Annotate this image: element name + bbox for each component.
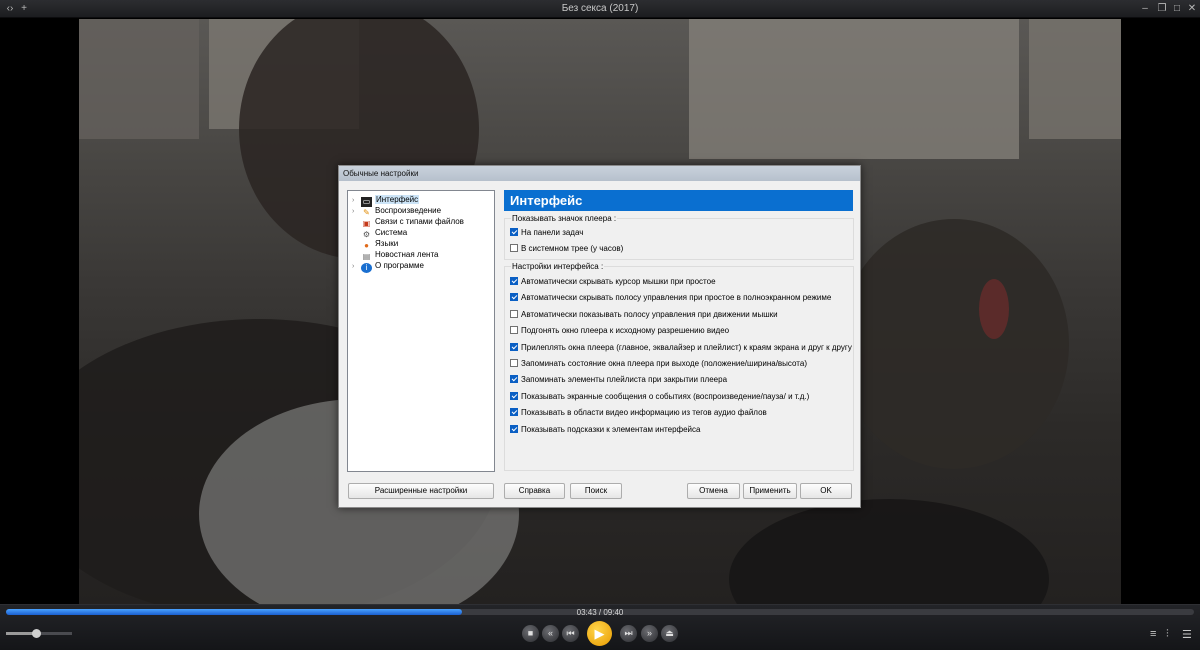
- volume-knob[interactable]: [31, 629, 41, 638]
- restore-icon[interactable]: ❐: [1155, 2, 1169, 15]
- checkbox-option[interactable]: Запоминать элементы плейлиста при закрыт…: [510, 374, 727, 385]
- time-display: 03:43 / 09:40: [576, 608, 624, 617]
- checkbox[interactable]: [510, 375, 518, 384]
- tree-item-label: Новостная лента: [375, 250, 439, 259]
- group-title: Показывать значок плеера :: [511, 214, 618, 223]
- checkbox-option[interactable]: Показывать в области видео информацию из…: [510, 407, 767, 418]
- playlist-icon[interactable]: ≡: [1150, 628, 1156, 640]
- checkbox-taskbar[interactable]: На панели задач: [510, 227, 583, 238]
- previous-icon[interactable]: ⏮: [562, 625, 579, 642]
- player-icon-group: Показывать значок плеера : На панели зад…: [504, 214, 854, 260]
- tree-item-playback[interactable]: › ✎ Воспроизведение: [352, 205, 442, 217]
- checkbox-option[interactable]: Подгонять окно плеера к исходному разреш…: [510, 325, 729, 336]
- tree-item-label: Языки: [375, 239, 399, 248]
- tree-item-label: Воспроизведение: [375, 206, 442, 215]
- maximize-icon[interactable]: □: [1170, 2, 1184, 15]
- minimize-icon[interactable]: –: [1138, 2, 1152, 15]
- tree-item-system[interactable]: ⚙ Система: [352, 227, 408, 239]
- fast-forward-icon[interactable]: »: [641, 625, 658, 642]
- ok-button[interactable]: OK: [800, 483, 852, 499]
- tree-item-languages[interactable]: ● Языки: [352, 238, 399, 250]
- next-icon[interactable]: ⏭: [620, 625, 637, 642]
- close-icon[interactable]: ✕: [1185, 2, 1199, 15]
- checkbox[interactable]: [510, 309, 518, 318]
- cancel-button[interactable]: Отмена: [687, 483, 740, 499]
- checkbox-option[interactable]: Запоминать состояние окна плеера при вых…: [510, 358, 807, 369]
- tree-item-label: Интерфейс: [375, 195, 420, 204]
- tree-item-label: Система: [375, 228, 408, 237]
- checkbox[interactable]: [510, 342, 518, 351]
- stop-icon[interactable]: ■: [522, 625, 539, 642]
- info-icon: i: [361, 263, 372, 273]
- expand-icon[interactable]: ›: [352, 261, 361, 272]
- group-title: Настройки интерфейса :: [511, 262, 605, 271]
- settings-icon[interactable]: ☰: [1182, 628, 1192, 641]
- checkbox[interactable]: [510, 359, 518, 367]
- settings-dialog: Обычные настройки › ▭ Интерфейс › ✎ Воспроиз…: [338, 165, 861, 508]
- tree-item-label: Связи с типами файлов: [375, 217, 464, 226]
- checkbox[interactable]: [510, 228, 518, 236]
- panel-title: Интерфейс: [504, 190, 853, 211]
- tree-item-interface[interactable]: › ▭ Интерфейс: [352, 194, 420, 207]
- control-bar: 03:43 / 09:40 ■ « ⏮ ▶ ⏭ » ⏏ ≡ ⫶ ☰: [0, 604, 1200, 650]
- help-button[interactable]: Справка: [504, 483, 565, 499]
- interface-settings-group: Настройки интерфейса : Автоматически скр…: [504, 262, 854, 471]
- checkbox-option[interactable]: Автоматически скрывать полосу управления…: [510, 292, 831, 303]
- checkbox[interactable]: [510, 326, 518, 335]
- checkbox[interactable]: [510, 277, 518, 285]
- tree-item-file-associations[interactable]: ▣ Связи с типами файлов: [352, 216, 464, 228]
- tree-item-label: О программе: [375, 261, 424, 270]
- settings-tree: › ▭ Интерфейс › ✎ Воспроизведение ▣ Связи с т…: [347, 190, 495, 472]
- checkbox[interactable]: [510, 244, 518, 252]
- apply-button[interactable]: Применить: [743, 483, 797, 499]
- checkbox[interactable]: [510, 391, 518, 400]
- rewind-icon[interactable]: «: [542, 625, 559, 642]
- checkbox-system-tray[interactable]: В системном трее (у часов): [510, 243, 623, 254]
- open-icon[interactable]: ⏏: [661, 625, 678, 642]
- advanced-settings-button[interactable]: Расширенные настройки: [348, 483, 494, 499]
- title-bar: ‹› + Без секса (2017) – ❐ □ ✕: [0, 0, 1200, 18]
- equalizer-icon[interactable]: ⫶: [1166, 628, 1169, 641]
- checkbox-option[interactable]: Автоматически показывать полосу управлен…: [510, 309, 778, 320]
- search-button[interactable]: Поиск: [570, 483, 622, 499]
- checkbox-option[interactable]: Прилеплять окна плеера (главное, эквалай…: [510, 342, 852, 353]
- dialog-title: Обычные настройки: [339, 166, 860, 181]
- tree-item-news-feed[interactable]: ▤ Новостная лента: [352, 249, 439, 261]
- volume-slider[interactable]: [6, 629, 72, 638]
- checkbox-option[interactable]: Показывать подсказки к элементам интерфе…: [510, 424, 700, 435]
- checkbox[interactable]: [510, 424, 518, 433]
- checkbox[interactable]: [510, 293, 518, 302]
- window-title: Без секса (2017): [561, 3, 639, 14]
- tree-item-about[interactable]: › i О программе: [352, 260, 424, 273]
- play-icon[interactable]: ▶: [587, 621, 612, 646]
- checkbox-option[interactable]: Показывать экранные сообщения о событиях…: [510, 391, 809, 402]
- checkbox[interactable]: [510, 408, 518, 417]
- checkbox-option[interactable]: Автоматически скрывать курсор мышки при …: [510, 276, 716, 287]
